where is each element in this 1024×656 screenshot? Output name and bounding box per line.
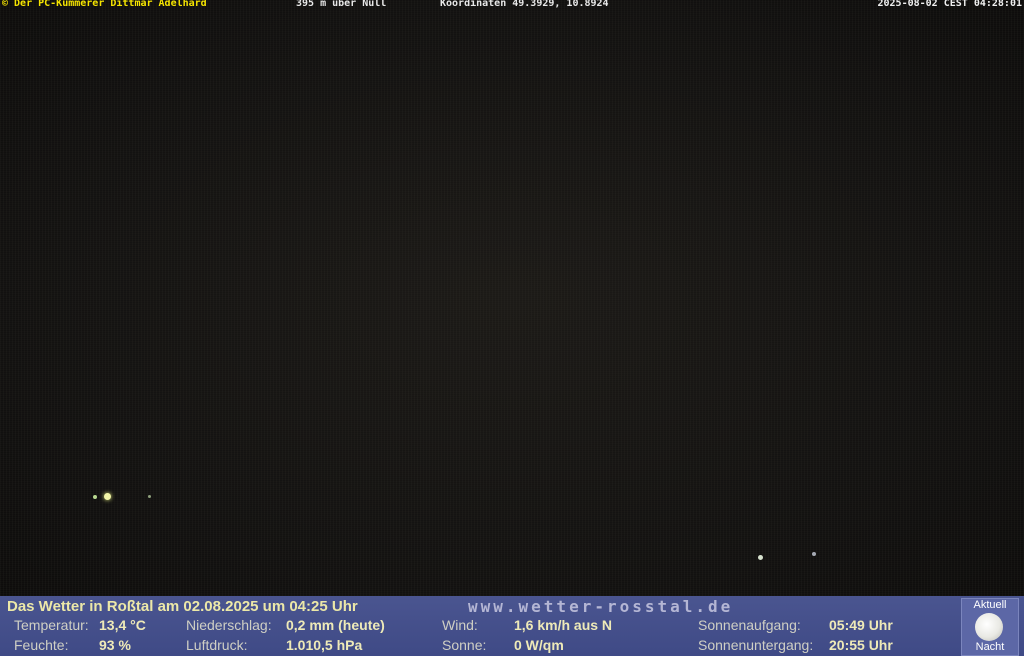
copyright-text: © Der PC-Kümmerer Dittmar Adelhard (2, 0, 207, 9)
distant-light (104, 493, 111, 500)
webcam-image (0, 0, 1024, 603)
sun-label: Sonne: (442, 637, 487, 653)
timestamp-text: 2025-08-02 CEST 04:28:01 (877, 0, 1023, 9)
altitude-text: 395 m über Null (296, 0, 387, 9)
weather-panel: Das Wetter in Roßtal am 02.08.2025 um 04… (0, 596, 1024, 656)
sunset-label: Sonnenuntergang: (698, 637, 814, 653)
sunset-value: 20:55 Uhr (829, 637, 893, 653)
pressure-value: 1.010,5 hPa (286, 637, 363, 653)
distant-light (148, 495, 151, 498)
distant-light (812, 552, 816, 556)
precipitation-label: Niederschlag: (186, 617, 272, 633)
website-url: www.wetter-rosstal.de (468, 597, 734, 616)
full-moon-icon (975, 613, 1003, 641)
humidity-label: Feuchte: (14, 637, 69, 653)
moon-top-label: Aktuell (973, 599, 1007, 611)
sunrise-label: Sonnenaufgang: (698, 617, 801, 633)
wind-label: Wind: (442, 617, 478, 633)
distant-light (758, 555, 763, 560)
temperature-value: 13,4 °C (99, 617, 146, 633)
distant-light (93, 495, 97, 499)
sun-value: 0 W/qm (514, 637, 564, 653)
moon-phase-box: Aktuell Nacht (961, 598, 1019, 656)
wind-value: 1,6 km/h aus N (514, 617, 613, 633)
humidity-value: 93 % (99, 637, 131, 653)
sunrise-value: 05:49 Uhr (829, 617, 893, 633)
weather-title: Das Wetter in Roßtal am 02.08.2025 um 04… (7, 598, 358, 615)
coordinates-text: Koordinaten 49.3929, 10.8924 (440, 0, 609, 9)
precipitation-value: 0,2 mm (heute) (286, 617, 385, 633)
temperature-label: Temperatur: (14, 617, 89, 633)
pressure-label: Luftdruck: (186, 637, 248, 653)
camera-overlay-bar: © Der PC-Kümmerer Dittmar Adelhard 395 m… (0, 0, 1024, 10)
moon-bottom-label: Nacht (975, 641, 1005, 653)
